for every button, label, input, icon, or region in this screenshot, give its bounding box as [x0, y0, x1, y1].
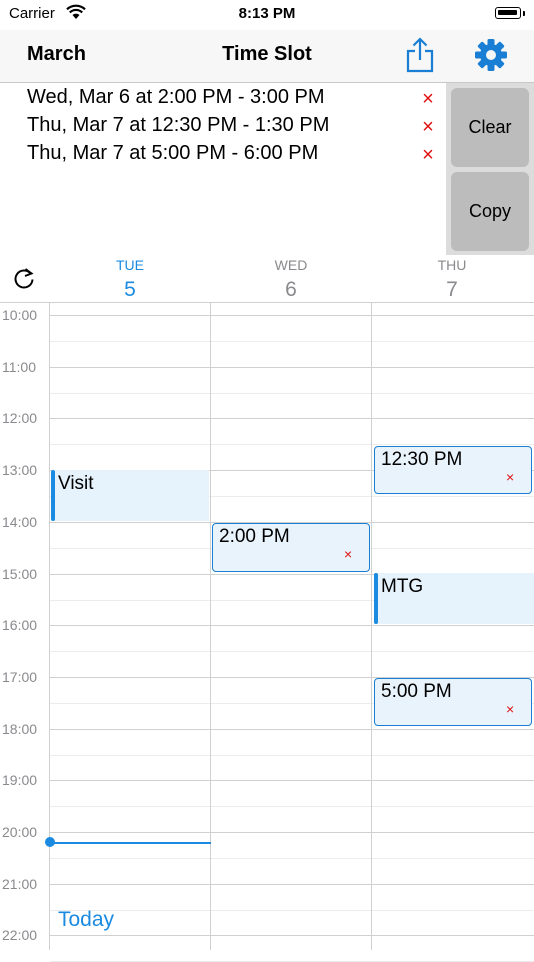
hour-label: 10:00	[2, 307, 38, 323]
event-title: Visit	[58, 473, 94, 494]
refresh-icon[interactable]	[12, 267, 36, 291]
selected-slot-label: Wed, Mar 6 at 2:00 PM - 3:00 PM	[27, 86, 325, 108]
battery-tip	[523, 11, 525, 16]
hour-label: 11:00	[2, 359, 36, 375]
day-number-tue[interactable]: 5	[80, 278, 180, 302]
page-title: Time Slot	[222, 43, 312, 65]
hour-gridline	[50, 367, 534, 368]
hour-label: 21:00	[2, 876, 38, 892]
hour-gridline	[50, 780, 534, 781]
hour-label: 19:00	[2, 772, 38, 788]
hour-label: 22:00	[2, 927, 38, 943]
hour-label: 14:00	[2, 514, 38, 530]
slot-start-time: 5:00 PM	[381, 681, 452, 702]
selected-time-slot[interactable]: 12:30 PM ×	[374, 446, 532, 494]
half-hour-gridline	[50, 341, 534, 342]
remove-slot-button[interactable]: ×	[418, 117, 438, 137]
column-divider	[210, 303, 211, 950]
half-hour-gridline	[50, 651, 534, 652]
selected-slot-label: Thu, Mar 7 at 12:30 PM - 1:30 PM	[27, 114, 330, 136]
column-divider	[49, 303, 50, 950]
day-name-thu: THU	[437, 257, 467, 273]
half-hour-gridline	[50, 806, 534, 807]
day-number-wed[interactable]: 6	[241, 278, 341, 302]
busy-event-mtg[interactable]: MTG	[374, 573, 534, 624]
calendar-grid[interactable]	[0, 303, 534, 950]
battery-icon	[495, 7, 521, 19]
hour-label: 15:00	[2, 566, 38, 582]
hour-gridline	[50, 832, 534, 833]
remove-slot-button[interactable]: ×	[506, 701, 514, 717]
selected-time-slot[interactable]: 2:00 PM ×	[212, 523, 370, 572]
share-icon[interactable]	[404, 36, 436, 74]
gear-icon[interactable]	[474, 38, 508, 72]
hour-gridline	[50, 315, 534, 316]
hour-gridline	[50, 935, 534, 936]
remove-slot-button[interactable]: ×	[344, 546, 352, 562]
today-button[interactable]: Today	[58, 908, 114, 932]
hour-gridline	[50, 418, 534, 419]
slot-start-time: 12:30 PM	[381, 449, 463, 470]
hour-label: 16:00	[2, 617, 38, 633]
hour-label: 18:00	[2, 721, 38, 737]
hour-gridline	[50, 625, 534, 626]
hour-gridline	[50, 729, 534, 730]
busy-event-visit[interactable]: Visit	[51, 470, 209, 521]
selected-slot-label: Thu, Mar 7 at 5:00 PM - 6:00 PM	[27, 142, 319, 164]
remove-slot-button[interactable]: ×	[506, 469, 514, 485]
hour-label: 17:00	[2, 669, 38, 685]
copy-button[interactable]: Copy	[451, 172, 529, 251]
current-time-dot	[45, 837, 55, 847]
half-hour-gridline	[50, 858, 534, 859]
remove-slot-button[interactable]: ×	[418, 145, 438, 165]
day-name-tue: TUE	[116, 257, 144, 273]
status-time: 8:13 PM	[238, 5, 296, 22]
day-name-wed: WED	[274, 257, 308, 273]
column-divider	[371, 303, 372, 950]
half-hour-gridline	[50, 910, 534, 911]
event-title: MTG	[381, 576, 424, 597]
hour-label: 13:00	[2, 462, 38, 478]
hour-label: 20:00	[2, 824, 38, 840]
hour-gridline	[50, 884, 534, 885]
selected-time-slot[interactable]: 5:00 PM ×	[374, 678, 532, 726]
remove-slot-button[interactable]: ×	[418, 89, 438, 109]
current-time-line	[50, 842, 211, 844]
half-hour-gridline	[50, 393, 534, 394]
event-color-bar	[51, 470, 55, 521]
slot-start-time: 2:00 PM	[219, 526, 290, 547]
event-color-bar	[374, 573, 378, 624]
half-hour-gridline	[50, 444, 534, 445]
hour-label: 12:00	[2, 410, 38, 426]
half-hour-gridline	[50, 755, 534, 756]
day-number-thu[interactable]: 7	[402, 278, 502, 302]
clear-button[interactable]: Clear	[451, 88, 529, 167]
